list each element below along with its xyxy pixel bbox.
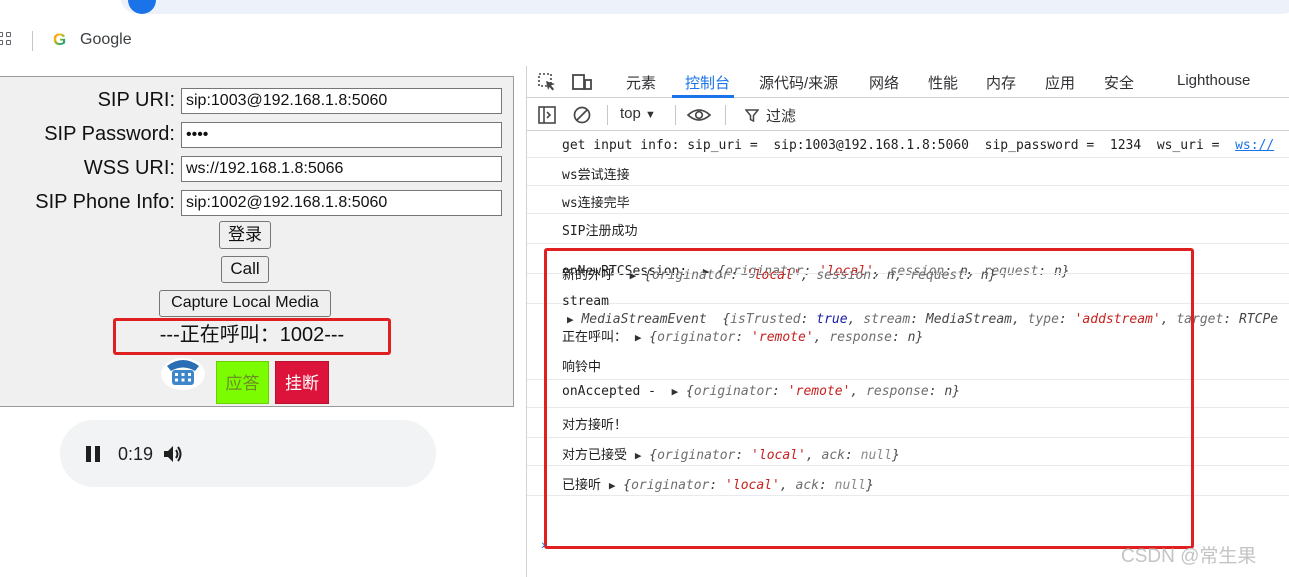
context-selector-label: top: [620, 105, 641, 122]
tab-lighthouse[interactable]: Lighthouse: [1177, 72, 1250, 89]
active-tab-indicator: [672, 95, 734, 98]
highlight-box-calling: [113, 318, 391, 355]
log-text: SIP注册成功: [562, 224, 638, 239]
capture-local-media-button[interactable]: Capture Local Media: [159, 290, 331, 317]
console-prompt-icon[interactable]: ›: [541, 536, 546, 552]
apps-grid-icon[interactable]: [0, 32, 14, 48]
inspect-element-icon[interactable]: [537, 72, 555, 91]
address-bar[interactable]: [120, 0, 1289, 14]
answer-button[interactable]: 应答: [216, 361, 269, 404]
console-message: SIP注册成功: [527, 214, 1289, 244]
toolbar-separator: [725, 105, 726, 125]
sip-password-row: SIP Password: ••••: [0, 122, 515, 148]
wss-uri-label: WSS URI:: [83, 157, 175, 179]
bookmarks-separator: [32, 31, 33, 51]
log-text: get input info: sip_uri = sip:1003@192.1…: [562, 138, 1236, 153]
phone-icon: [160, 352, 206, 390]
sip-password-label: SIP Password:: [44, 123, 175, 145]
log-text: ws连接完毕: [562, 196, 630, 211]
log-link[interactable]: ws://: [1235, 138, 1274, 153]
clear-console-icon[interactable]: [573, 106, 591, 124]
filter-icon: [744, 109, 760, 123]
bookmarks-bar: G Google: [0, 26, 400, 56]
audio-time: 0:19: [118, 444, 154, 464]
wss-uri-row: WSS URI: ws://192.168.1.8:5066: [0, 156, 515, 182]
sip-phone-info-input[interactable]: sip:1002@192.168.1.8:5060: [181, 190, 502, 216]
log-text: ws尝试连接: [562, 168, 630, 183]
sip-uri-row: SIP URI: sip:1003@192.168.1.8:5060: [0, 88, 515, 114]
hangup-button[interactable]: 挂断: [275, 361, 329, 404]
login-button[interactable]: 登录: [219, 221, 271, 249]
bookmark-google[interactable]: Google: [80, 31, 132, 49]
tab-sources[interactable]: 源代码/来源: [759, 72, 838, 93]
google-logo-icon: G: [53, 30, 67, 49]
console-message: ws连接完毕: [527, 186, 1289, 214]
filter-input[interactable]: 过滤: [766, 105, 796, 126]
volume-icon[interactable]: [162, 443, 184, 465]
watermark: CSDN @常生果: [1121, 546, 1257, 567]
device-toolbar-icon[interactable]: [571, 72, 592, 90]
sip-uri-label: SIP URI:: [97, 89, 175, 111]
pause-icon[interactable]: [86, 446, 100, 462]
tab-network[interactable]: 网络: [869, 72, 899, 93]
sip-phone-panel: SIP URI: sip:1003@192.168.1.8:5060 SIP P…: [0, 76, 514, 407]
sip-phone-info-row: SIP Phone Info: sip:1002@192.168.1.8:506…: [0, 190, 515, 216]
tab-memory[interactable]: 内存: [986, 72, 1016, 93]
wss-uri-input[interactable]: ws://192.168.1.8:5066: [181, 156, 502, 182]
tab-security[interactable]: 安全: [1104, 72, 1134, 93]
audio-player: 0:19: [60, 420, 436, 487]
toolbar-separator: [675, 105, 676, 125]
chevron-down-icon: ▼: [645, 109, 656, 121]
toolbar-separator: [607, 105, 608, 125]
browser-top-strip: [0, 0, 1289, 14]
context-selector[interactable]: top ▼: [620, 105, 656, 122]
devtools-tab-bar: 元素 控制台 源代码/来源 网络 性能 内存 应用 安全 Lighthouse: [527, 66, 1289, 98]
eye-icon[interactable]: [686, 106, 712, 124]
sip-uri-input[interactable]: sip:1003@192.168.1.8:5060: [181, 88, 502, 114]
tab-console[interactable]: 控制台: [685, 72, 730, 93]
tab-elements[interactable]: 元素: [626, 72, 656, 93]
call-button[interactable]: Call: [221, 256, 269, 283]
sidebar-toggle-icon[interactable]: [538, 106, 556, 124]
console-message: get input info: sip_uri = sip:1003@192.1…: [527, 132, 1289, 158]
sip-phone-info-label: SIP Phone Info:: [35, 191, 175, 213]
tab-application[interactable]: 应用: [1045, 72, 1075, 93]
sip-password-input[interactable]: ••••: [181, 122, 502, 148]
console-toolbar: top ▼ 过滤: [527, 99, 1289, 131]
highlight-box-console: [544, 248, 1194, 549]
tab-performance[interactable]: 性能: [928, 72, 958, 93]
console-message: ws尝试连接: [527, 158, 1289, 186]
